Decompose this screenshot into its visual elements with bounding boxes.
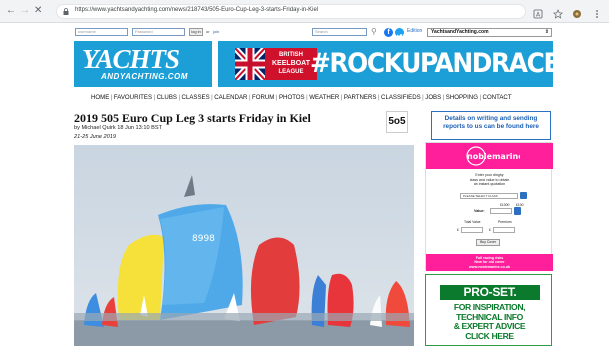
search-input[interactable]: Search xyxy=(312,28,367,36)
svg-text:A: A xyxy=(536,12,541,19)
nav-item-calendar[interactable]: CALENDAR xyxy=(214,94,247,101)
noble-marine-ad[interactable]: noblemarine Enter your dinghy class and … xyxy=(425,142,553,271)
sail-number: 8998 xyxy=(192,234,215,244)
nav-separator: | xyxy=(211,94,213,101)
extension-icon[interactable] xyxy=(572,6,582,18)
value-label: Value: xyxy=(474,209,485,213)
nav-separator: | xyxy=(110,94,113,101)
nav-separator: | xyxy=(442,94,445,101)
nav-item-weather[interactable]: WEATHER xyxy=(309,94,339,101)
ad-intro-text: Enter your dinghy class and value to obt… xyxy=(426,173,553,187)
article-title: 2019 505 Euro Cup Leg 3 starts Friday in… xyxy=(74,111,311,125)
facebook-icon[interactable]: f xyxy=(384,28,393,37)
class-select-value: PLEASE SELECT CLASS xyxy=(463,194,498,198)
noble-marine-brand: noblemarine xyxy=(467,152,520,161)
nav-item-shopping[interactable]: SHOPPING xyxy=(446,94,478,101)
proset-click-here[interactable]: CLICK HERE xyxy=(426,331,553,342)
class-logo[interactable]: 5o5 xyxy=(386,111,408,133)
address-bar[interactable]: https://www.yachtsandyachting.com/news/2… xyxy=(56,4,526,19)
browser-toolbar: ← → ✕ https://www.yachtsandyachting.com/… xyxy=(0,0,609,23)
nav-separator: | xyxy=(377,94,380,101)
total-value-label: Total Value xyxy=(464,220,481,224)
nav-separator: | xyxy=(422,94,424,101)
nav-separator: | xyxy=(248,94,251,101)
proset-ad[interactable]: PRO-SET. FOR INSPIRATION, TECHNICAL INFO… xyxy=(425,274,552,346)
search-icon[interactable]: ⚲ xyxy=(371,27,377,36)
event-dates: 21-25 June 2019 xyxy=(74,134,116,140)
proset-logo: PRO-SET. xyxy=(440,285,540,300)
union-jack-flag xyxy=(235,48,265,80)
nav-separator: | xyxy=(178,94,181,101)
stepper-icon[interactable] xyxy=(514,207,521,215)
currency-symbol: £ xyxy=(489,228,491,232)
url-text: https://www.yachtsandyachting.com/news/2… xyxy=(75,7,319,13)
value-input[interactable] xyxy=(490,208,512,214)
nav-item-favourites[interactable]: FAVOURITES xyxy=(114,94,152,101)
logo-sub-text: ANDYACHTING.COM xyxy=(101,72,188,81)
nav-separator: | xyxy=(306,94,308,101)
edition-select-value: YachtsandYachting.com xyxy=(431,29,489,35)
info-line2: reports to us can be found here xyxy=(443,123,539,130)
logo-main-text: YACHTS xyxy=(82,44,180,74)
back-arrow-icon[interactable]: ← xyxy=(6,5,16,17)
username-input[interactable]: username xyxy=(75,28,128,36)
nav-separator: | xyxy=(340,94,343,101)
noble-marine-footer: Full racing risks New for old cover www.… xyxy=(426,254,553,271)
article-byline: by Michael Quirk 18 Jun 13:10 BST xyxy=(74,125,162,131)
article-photo[interactable]: 8998 xyxy=(74,145,414,346)
nav-item-contact[interactable]: CONTACT xyxy=(483,94,512,101)
nav-item-jobs[interactable]: JOBS xyxy=(425,94,441,101)
value-from-label: £1000 xyxy=(500,203,510,207)
proset-text: FOR INSPIRATION, TECHNICAL INFO & EXPERT… xyxy=(426,302,553,342)
currency-symbol: £ xyxy=(457,228,459,232)
edition-select[interactable]: YachtsandYachting.com ⇕ xyxy=(427,28,552,37)
nav-item-classifieds[interactable]: CLASSIFIEDS xyxy=(381,94,421,101)
chevron-down-icon: ⇕ xyxy=(544,29,549,35)
total-value-field xyxy=(461,227,483,233)
nav-item-photos[interactable]: PHOTOS xyxy=(279,94,305,101)
ad-footer-link[interactable]: www.noblemarine.co.uk xyxy=(426,265,553,269)
keelboat-league-banner[interactable]: BRITISH KEELBOAT LEAGUE #ROCKUPANDRACE xyxy=(218,41,560,87)
reload-icon[interactable]: ✕ xyxy=(34,5,42,17)
twitter-icon[interactable] xyxy=(395,28,404,39)
ad-text-line: an instant quotation xyxy=(473,182,506,186)
noble-marine-logo: noblemarine xyxy=(466,146,520,166)
banner-hashtag: #ROCKUPANDRACE xyxy=(310,48,560,79)
select-arrow-icon[interactable] xyxy=(520,192,527,199)
forward-arrow-icon[interactable]: → xyxy=(20,5,30,17)
nav-item-forum[interactable]: FORUM xyxy=(252,94,274,101)
buy-cover-button[interactable]: Buy Cover xyxy=(476,239,500,246)
main-nav: HOME | FAVOURITES | CLUBS | CLASSES | CALENDAR | F… xyxy=(91,94,536,104)
nav-item-partners[interactable]: PARTNERS xyxy=(344,94,377,101)
bookmark-star-icon[interactable] xyxy=(552,6,564,19)
edition-label: Edition xyxy=(407,28,423,34)
noble-marine-header: noblemarine xyxy=(426,143,553,169)
report-info-box[interactable]: Details on writing and sending reports t… xyxy=(431,111,551,140)
nav-item-home[interactable]: HOME xyxy=(91,94,109,101)
info-line1: Details on writing and sending xyxy=(444,115,538,122)
premium-label: Premium xyxy=(498,220,512,224)
class-select[interactable]: PLEASE SELECT CLASS xyxy=(460,193,518,199)
join-link[interactable]: join xyxy=(213,29,219,34)
translate-icon[interactable]: A xyxy=(533,6,543,19)
nav-item-clubs[interactable]: CLUBS xyxy=(157,94,177,101)
site-top-bar: username Password log in or join Search … xyxy=(75,27,553,39)
site-logo[interactable]: YACHTS ANDYACHTING.COM xyxy=(74,41,212,87)
premium-field xyxy=(493,227,515,233)
nav-separator: | xyxy=(153,94,156,101)
password-input[interactable]: Password xyxy=(132,28,185,36)
menu-dots-icon[interactable] xyxy=(592,6,602,18)
or-text: or xyxy=(206,29,210,34)
lock-icon xyxy=(63,8,69,15)
nav-separator: | xyxy=(275,94,278,101)
nav-separator: | xyxy=(479,94,482,101)
nav-item-classes[interactable]: CLASSES xyxy=(182,94,210,101)
login-button[interactable]: log in xyxy=(189,28,203,36)
